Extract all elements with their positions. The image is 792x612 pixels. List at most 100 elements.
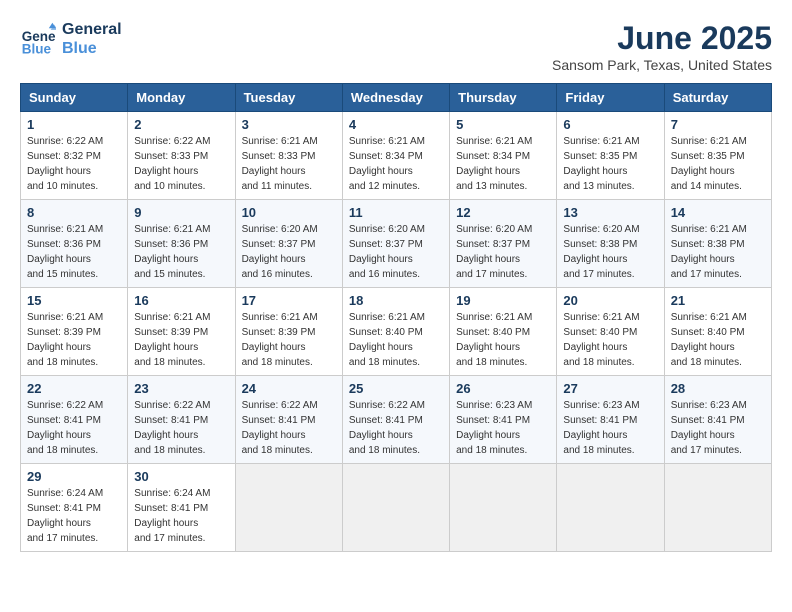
calendar-cell: 8 Sunrise: 6:21 AM Sunset: 8:36 PM Dayli…: [21, 200, 128, 288]
calendar-cell: 4 Sunrise: 6:21 AM Sunset: 8:34 PM Dayli…: [342, 112, 449, 200]
col-monday: Monday: [128, 84, 235, 112]
calendar-cell: 27 Sunrise: 6:23 AM Sunset: 8:41 PM Dayl…: [557, 376, 664, 464]
calendar-cell: 21 Sunrise: 6:21 AM Sunset: 8:40 PM Dayl…: [664, 288, 771, 376]
calendar-cell: 28 Sunrise: 6:23 AM Sunset: 8:41 PM Dayl…: [664, 376, 771, 464]
day-info: Sunrise: 6:21 AM Sunset: 8:38 PM Dayligh…: [671, 222, 765, 282]
page-header: General Blue GeneralBlue June 2025 Sanso…: [20, 20, 772, 73]
calendar-cell: 3 Sunrise: 6:21 AM Sunset: 8:33 PM Dayli…: [235, 112, 342, 200]
day-info: Sunrise: 6:21 AM Sunset: 8:39 PM Dayligh…: [134, 310, 228, 370]
calendar-cell: [557, 464, 664, 552]
calendar-week-row: 8 Sunrise: 6:21 AM Sunset: 8:36 PM Dayli…: [21, 200, 772, 288]
day-number: 12: [456, 205, 550, 220]
col-thursday: Thursday: [450, 84, 557, 112]
calendar-cell: 18 Sunrise: 6:21 AM Sunset: 8:40 PM Dayl…: [342, 288, 449, 376]
day-info: Sunrise: 6:21 AM Sunset: 8:35 PM Dayligh…: [563, 134, 657, 194]
calendar-cell: 5 Sunrise: 6:21 AM Sunset: 8:34 PM Dayli…: [450, 112, 557, 200]
col-saturday: Saturday: [664, 84, 771, 112]
day-number: 4: [349, 117, 443, 132]
calendar-cell: 7 Sunrise: 6:21 AM Sunset: 8:35 PM Dayli…: [664, 112, 771, 200]
day-info: Sunrise: 6:21 AM Sunset: 8:40 PM Dayligh…: [671, 310, 765, 370]
day-number: 17: [242, 293, 336, 308]
col-wednesday: Wednesday: [342, 84, 449, 112]
day-info: Sunrise: 6:20 AM Sunset: 8:38 PM Dayligh…: [563, 222, 657, 282]
day-number: 1: [27, 117, 121, 132]
day-number: 22: [27, 381, 121, 396]
calendar-cell: 11 Sunrise: 6:20 AM Sunset: 8:37 PM Dayl…: [342, 200, 449, 288]
col-sunday: Sunday: [21, 84, 128, 112]
calendar-cell: 25 Sunrise: 6:22 AM Sunset: 8:41 PM Dayl…: [342, 376, 449, 464]
day-number: 2: [134, 117, 228, 132]
day-number: 24: [242, 381, 336, 396]
day-number: 6: [563, 117, 657, 132]
day-info: Sunrise: 6:23 AM Sunset: 8:41 PM Dayligh…: [563, 398, 657, 458]
day-number: 26: [456, 381, 550, 396]
day-info: Sunrise: 6:23 AM Sunset: 8:41 PM Dayligh…: [456, 398, 550, 458]
calendar-cell: 12 Sunrise: 6:20 AM Sunset: 8:37 PM Dayl…: [450, 200, 557, 288]
day-info: Sunrise: 6:22 AM Sunset: 8:41 PM Dayligh…: [134, 398, 228, 458]
logo: General Blue GeneralBlue: [20, 20, 122, 58]
calendar-cell: [235, 464, 342, 552]
day-number: 16: [134, 293, 228, 308]
calendar-cell: 9 Sunrise: 6:21 AM Sunset: 8:36 PM Dayli…: [128, 200, 235, 288]
day-info: Sunrise: 6:22 AM Sunset: 8:41 PM Dayligh…: [27, 398, 121, 458]
day-info: Sunrise: 6:21 AM Sunset: 8:34 PM Dayligh…: [349, 134, 443, 194]
calendar-cell: [342, 464, 449, 552]
day-info: Sunrise: 6:21 AM Sunset: 8:40 PM Dayligh…: [349, 310, 443, 370]
calendar-header-row: Sunday Monday Tuesday Wednesday Thursday…: [21, 84, 772, 112]
day-info: Sunrise: 6:22 AM Sunset: 8:41 PM Dayligh…: [242, 398, 336, 458]
title-block: June 2025 Sansom Park, Texas, United Sta…: [552, 20, 772, 73]
day-number: 27: [563, 381, 657, 396]
day-number: 29: [27, 469, 121, 484]
day-info: Sunrise: 6:21 AM Sunset: 8:39 PM Dayligh…: [27, 310, 121, 370]
day-number: 20: [563, 293, 657, 308]
col-friday: Friday: [557, 84, 664, 112]
day-number: 30: [134, 469, 228, 484]
day-info: Sunrise: 6:24 AM Sunset: 8:41 PM Dayligh…: [134, 486, 228, 546]
month-title: June 2025: [552, 20, 772, 57]
day-number: 14: [671, 205, 765, 220]
day-info: Sunrise: 6:21 AM Sunset: 8:34 PM Dayligh…: [456, 134, 550, 194]
calendar-cell: 15 Sunrise: 6:21 AM Sunset: 8:39 PM Dayl…: [21, 288, 128, 376]
calendar-cell: 23 Sunrise: 6:22 AM Sunset: 8:41 PM Dayl…: [128, 376, 235, 464]
day-number: 23: [134, 381, 228, 396]
day-number: 8: [27, 205, 121, 220]
day-info: Sunrise: 6:20 AM Sunset: 8:37 PM Dayligh…: [349, 222, 443, 282]
logo-icon: General Blue: [20, 21, 56, 57]
calendar-cell: [450, 464, 557, 552]
day-number: 15: [27, 293, 121, 308]
calendar-cell: 6 Sunrise: 6:21 AM Sunset: 8:35 PM Dayli…: [557, 112, 664, 200]
day-number: 7: [671, 117, 765, 132]
day-number: 19: [456, 293, 550, 308]
day-number: 5: [456, 117, 550, 132]
day-info: Sunrise: 6:22 AM Sunset: 8:41 PM Dayligh…: [349, 398, 443, 458]
day-number: 11: [349, 205, 443, 220]
day-number: 21: [671, 293, 765, 308]
day-info: Sunrise: 6:23 AM Sunset: 8:41 PM Dayligh…: [671, 398, 765, 458]
calendar-cell: 29 Sunrise: 6:24 AM Sunset: 8:41 PM Dayl…: [21, 464, 128, 552]
day-number: 13: [563, 205, 657, 220]
calendar-cell: 1 Sunrise: 6:22 AM Sunset: 8:32 PM Dayli…: [21, 112, 128, 200]
calendar-cell: 30 Sunrise: 6:24 AM Sunset: 8:41 PM Dayl…: [128, 464, 235, 552]
calendar-table: Sunday Monday Tuesday Wednesday Thursday…: [20, 83, 772, 552]
calendar-cell: 2 Sunrise: 6:22 AM Sunset: 8:33 PM Dayli…: [128, 112, 235, 200]
calendar-cell: 10 Sunrise: 6:20 AM Sunset: 8:37 PM Dayl…: [235, 200, 342, 288]
location-subtitle: Sansom Park, Texas, United States: [552, 57, 772, 73]
day-info: Sunrise: 6:24 AM Sunset: 8:41 PM Dayligh…: [27, 486, 121, 546]
calendar-cell: 20 Sunrise: 6:21 AM Sunset: 8:40 PM Dayl…: [557, 288, 664, 376]
calendar-cell: 26 Sunrise: 6:23 AM Sunset: 8:41 PM Dayl…: [450, 376, 557, 464]
day-info: Sunrise: 6:20 AM Sunset: 8:37 PM Dayligh…: [456, 222, 550, 282]
calendar-cell: 19 Sunrise: 6:21 AM Sunset: 8:40 PM Dayl…: [450, 288, 557, 376]
day-info: Sunrise: 6:21 AM Sunset: 8:35 PM Dayligh…: [671, 134, 765, 194]
svg-text:Blue: Blue: [22, 42, 52, 57]
calendar-week-row: 1 Sunrise: 6:22 AM Sunset: 8:32 PM Dayli…: [21, 112, 772, 200]
day-number: 18: [349, 293, 443, 308]
day-info: Sunrise: 6:20 AM Sunset: 8:37 PM Dayligh…: [242, 222, 336, 282]
day-number: 9: [134, 205, 228, 220]
calendar-cell: [664, 464, 771, 552]
calendar-body: 1 Sunrise: 6:22 AM Sunset: 8:32 PM Dayli…: [21, 112, 772, 552]
calendar-cell: 17 Sunrise: 6:21 AM Sunset: 8:39 PM Dayl…: [235, 288, 342, 376]
calendar-cell: 22 Sunrise: 6:22 AM Sunset: 8:41 PM Dayl…: [21, 376, 128, 464]
calendar-week-row: 15 Sunrise: 6:21 AM Sunset: 8:39 PM Dayl…: [21, 288, 772, 376]
day-info: Sunrise: 6:21 AM Sunset: 8:36 PM Dayligh…: [27, 222, 121, 282]
col-tuesday: Tuesday: [235, 84, 342, 112]
